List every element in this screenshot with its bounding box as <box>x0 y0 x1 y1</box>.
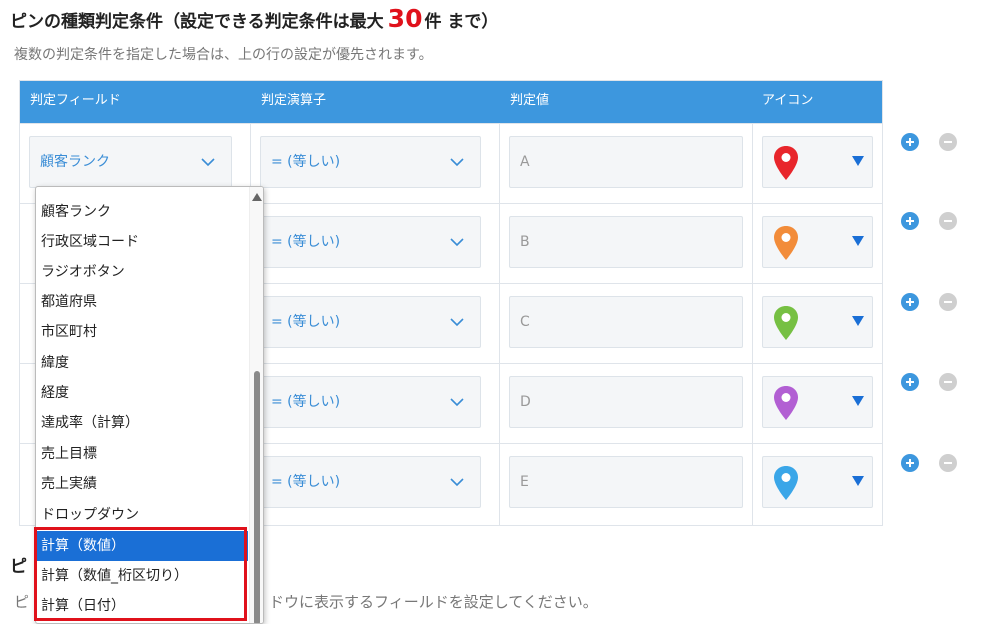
value-input-text: C <box>520 314 530 330</box>
add-row-button[interactable] <box>901 212 919 230</box>
plus-circle-icon <box>906 378 914 386</box>
remove-row-button[interactable] <box>939 293 957 311</box>
title-text-after: 件 まで） <box>424 12 499 32</box>
plus-circle-icon <box>906 138 914 146</box>
operator-select[interactable]: = (等しい) <box>260 136 481 188</box>
minus-circle-icon <box>944 381 952 383</box>
minus-circle-icon <box>944 462 952 464</box>
remove-row-button[interactable] <box>939 133 957 151</box>
dropdown-option[interactable]: 緯度 <box>36 348 248 378</box>
dropdown-option[interactable]: 行政区域コード <box>36 227 248 257</box>
value-input-text: D <box>520 394 531 410</box>
col-icon: アイコン <box>762 93 814 108</box>
table-header: 判定フィールド 判定演算子 判定値 アイコン <box>20 81 882 123</box>
map-pin-icon <box>774 146 798 180</box>
dropdown-option[interactable]: ドロップダウン <box>36 500 248 530</box>
icon-select[interactable] <box>762 456 873 508</box>
operator-select-value: = (等しい) <box>271 154 341 170</box>
value-input-text: B <box>520 234 530 250</box>
value-input[interactable]: B <box>509 216 743 268</box>
triangle-down-icon <box>852 316 864 326</box>
add-row-button[interactable] <box>901 293 919 311</box>
value-input-text: A <box>520 154 530 170</box>
scroll-up-arrow-icon[interactable] <box>252 193 262 201</box>
page-title: ピンの種類判定条件（設定できる判定条件は最大 30 件 まで） <box>10 4 498 33</box>
plus-circle-icon <box>906 459 914 467</box>
triangle-down-icon <box>852 236 864 246</box>
minus-circle-icon <box>944 141 952 143</box>
plus-circle-icon <box>906 298 914 306</box>
icon-select[interactable] <box>762 296 873 348</box>
chevron-down-icon <box>450 478 464 487</box>
operator-select-value: = (等しい) <box>271 314 341 330</box>
icon-select[interactable] <box>762 216 873 268</box>
description-fragment-right: ドウに表示するフィールドを設定してください。 <box>269 593 598 611</box>
col-field: 判定フィールド <box>30 93 121 108</box>
chevron-down-icon <box>450 158 464 167</box>
map-pin-icon <box>774 466 798 500</box>
highlight-annotation-box <box>34 527 247 621</box>
triangle-down-icon <box>852 396 864 406</box>
value-input[interactable]: C <box>509 296 743 348</box>
description-fragment-left: ピ <box>14 593 30 611</box>
operator-select-value: = (等しい) <box>271 474 341 490</box>
icon-select[interactable] <box>762 136 873 188</box>
value-input-text: E <box>520 474 529 490</box>
minus-circle-icon <box>944 220 952 222</box>
remove-row-button[interactable] <box>939 454 957 472</box>
operator-select-value: = (等しい) <box>271 394 341 410</box>
dropdown-option[interactable]: 経度 <box>36 378 248 408</box>
operator-select[interactable]: = (等しい) <box>260 456 481 508</box>
max-count: 30 <box>387 4 423 33</box>
map-pin-icon <box>774 386 798 420</box>
dropdown-option[interactable]: ラジオボタン <box>36 257 248 287</box>
remove-row-button[interactable] <box>939 212 957 230</box>
dropdown-option[interactable]: 売上実績 <box>36 469 248 499</box>
title-text-before: ピンの種類判定条件（設定できる判定条件は最大 <box>10 12 384 32</box>
value-input[interactable]: D <box>509 376 743 428</box>
field-select[interactable]: 顧客ランク <box>29 136 232 188</box>
section-description-partial: ピ ドウに表示するフィールドを設定してください。 <box>14 591 598 612</box>
remove-row-button[interactable] <box>939 373 957 391</box>
chevron-down-icon <box>450 398 464 407</box>
map-pin-icon <box>774 226 798 260</box>
chevron-down-icon <box>201 158 215 167</box>
value-input[interactable]: A <box>509 136 743 188</box>
dropdown-option[interactable]: 達成率（計算） <box>36 408 248 438</box>
add-row-button[interactable] <box>901 454 919 472</box>
value-input[interactable]: E <box>509 456 743 508</box>
section-title-partial: ピ <box>10 557 27 577</box>
map-pin-icon <box>774 306 798 340</box>
dropdown-option[interactable]: 市区町村 <box>36 317 248 347</box>
minus-circle-icon <box>944 301 952 303</box>
description: 複数の判定条件を指定した場合は、上の行の設定が優先されます。 <box>14 47 433 63</box>
triangle-down-icon <box>852 156 864 166</box>
plus-circle-icon <box>906 217 914 225</box>
operator-select[interactable]: = (等しい) <box>260 376 481 428</box>
add-row-button[interactable] <box>901 133 919 151</box>
col-operator: 判定演算子 <box>261 93 327 108</box>
dropdown-scrollbar[interactable] <box>249 187 263 623</box>
chevron-down-icon <box>450 318 464 327</box>
dropdown-option[interactable]: 顧客ランク <box>36 197 248 227</box>
operator-select-value: = (等しい) <box>271 234 341 250</box>
chevron-down-icon <box>450 238 464 247</box>
dropdown-option[interactable]: 都道府県 <box>36 287 248 317</box>
col-value: 判定値 <box>510 93 550 108</box>
operator-select[interactable]: = (等しい) <box>260 296 481 348</box>
triangle-down-icon <box>852 476 864 486</box>
operator-select[interactable]: = (等しい) <box>260 216 481 268</box>
add-row-button[interactable] <box>901 373 919 391</box>
scrollbar-thumb[interactable] <box>254 371 260 623</box>
dropdown-option[interactable]: 売上目標 <box>36 439 248 469</box>
field-select-value: 顧客ランク <box>40 154 110 170</box>
icon-select[interactable] <box>762 376 873 428</box>
